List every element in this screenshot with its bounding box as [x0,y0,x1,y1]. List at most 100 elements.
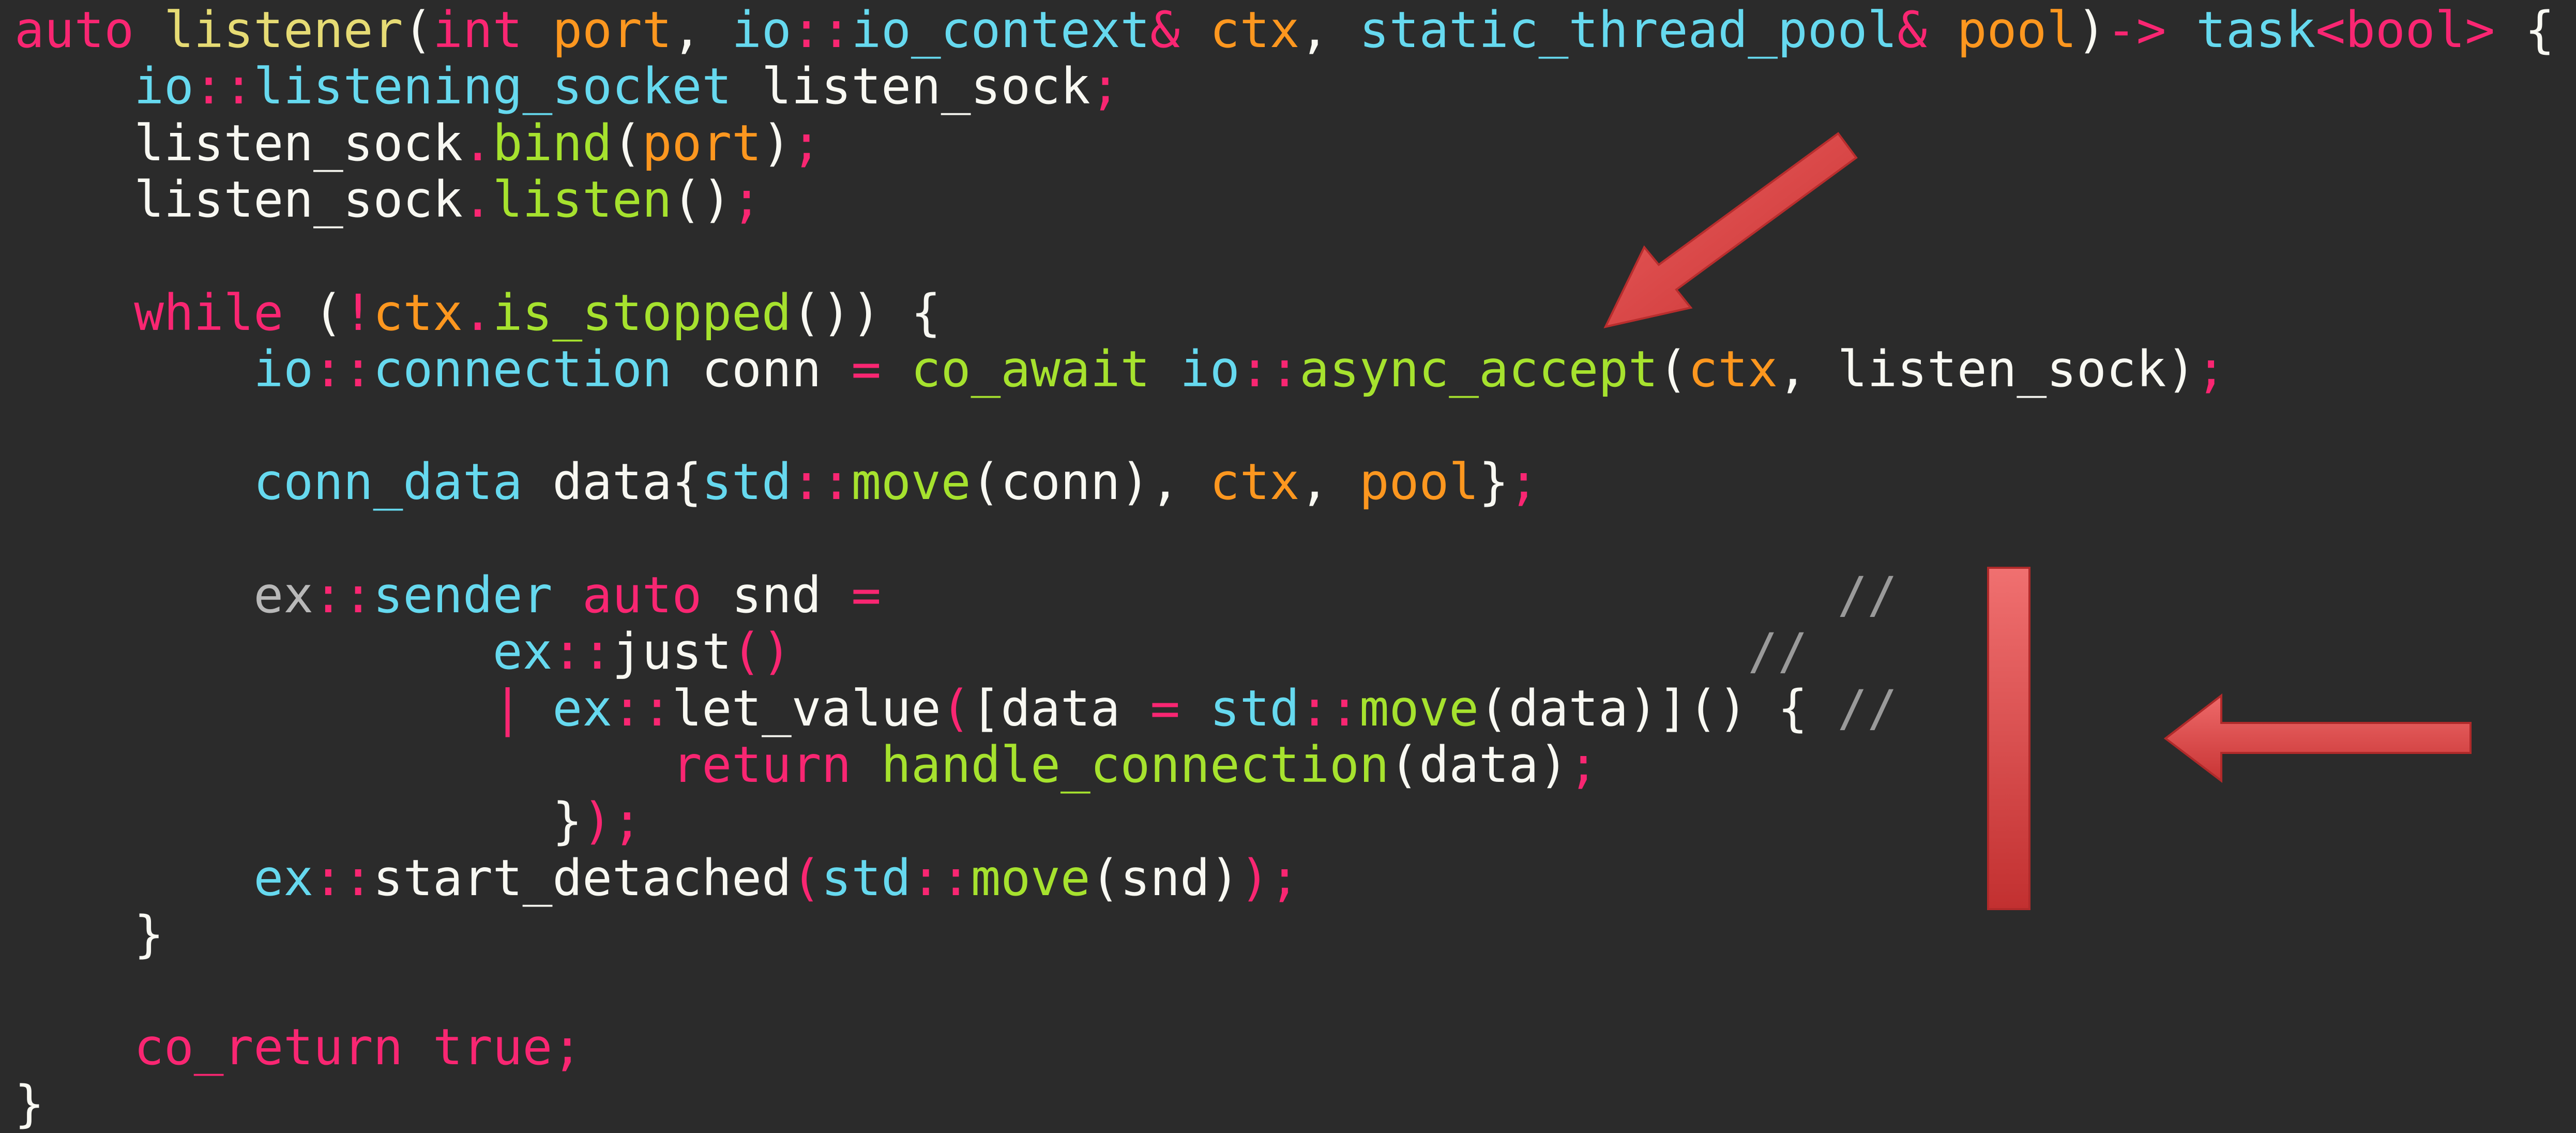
code-token: let_value [672,679,941,737]
code-token: ( [403,1,433,59]
code-token: ; [552,1018,583,1077]
code-token: , [1299,1,1359,59]
code-token: ; [1090,57,1120,116]
code-token: port [552,1,672,59]
code-token: -> [2106,1,2196,59]
code-line: co_return true; [134,1019,582,1076]
code-token: :: [313,566,373,624]
code-token: port [642,114,762,172]
code-token: conn_data [253,453,523,511]
code-token: ex [253,849,313,907]
code-token: :: [193,57,254,116]
code-token: std [702,453,792,511]
code-token: ex [552,679,612,737]
code-token: ); [1239,849,1300,907]
code-line: listen_sock.bind(port); [134,115,821,172]
code-token: listening_socket [253,57,732,116]
code-token: sender [373,566,553,624]
code-token: ctx [373,283,463,342]
code-token: (conn), [971,453,1210,511]
code-token: ctx [1688,340,1778,398]
code-token: ( [791,849,822,907]
code-token: connection [373,340,672,398]
code-token: io_context [851,1,1150,59]
code-token: just [612,623,732,681]
code-token: snd [702,566,852,624]
code-token: // [881,566,1898,624]
code-token: [data [971,679,1150,737]
code-line: ex::just() // [493,623,1808,680]
code-token: ; [791,114,822,172]
code-token: ; [732,170,762,229]
code-token: move [971,849,1090,907]
code-token: task [2196,1,2316,59]
code-token: ctx [1209,1,1300,59]
code-token: , [1299,453,1359,511]
code-token: int [433,1,523,59]
code-token: (data) [1389,735,1569,794]
code-token: io [732,1,792,59]
code-token: listen_sock [134,114,463,172]
code-token: bind [492,114,612,172]
code-token: } [552,792,583,851]
code-token: ); [582,792,642,851]
code-token: () [732,623,792,681]
code-line: } [134,906,164,963]
code-token: ( [941,679,971,737]
code-token: move [1359,679,1479,737]
code-token: = [1150,679,1180,737]
code-line: listen_sock.listen(); [134,171,762,228]
code-token: listen_sock [134,170,463,229]
code-token: ) [761,114,792,172]
code-token: :: [791,1,852,59]
code-token: & [1897,1,1927,59]
code-token: return [672,735,852,794]
code-token: :: [612,679,672,737]
code-token: co_return [134,1018,403,1077]
code-line: | ex::let_value([data = std::move(data)]… [493,680,1897,737]
code-token: :: [911,849,971,907]
code-token: = [851,566,882,624]
code-token: handle_connection [881,735,1389,794]
code-token: co_await [911,340,1150,398]
code-token: ( [283,283,343,342]
code-token: while [134,283,284,342]
code-token: io [1180,340,1240,398]
code-token: ; [2196,340,2226,398]
code-token: <bool> [2315,1,2495,59]
code-token: , [672,1,732,59]
code-token: auto [14,1,134,59]
code-token: listener [163,1,403,59]
code-token: ex [492,623,553,681]
code-token: . [462,283,493,342]
code-token: :: [1239,340,1300,398]
code-token: :: [313,340,373,398]
code-line: io::connection conn = co_await io::async… [253,341,2226,398]
code-token: ; [1508,453,1539,511]
code-token: conn [672,340,852,398]
code-line: io::listening_socket listen_sock; [134,58,1120,115]
code-token: std [1209,679,1300,737]
code-token: pool [1957,1,2077,59]
code-token: (snd) [1090,849,1240,907]
code-token: = [851,340,882,398]
code-line: return handle_connection(data); [672,736,1599,793]
code-token: io [134,57,194,116]
code-token: } [134,905,164,963]
code-token: is_stopped [492,283,792,342]
code-token: ! [343,283,373,342]
code-token: ( [1658,340,1688,398]
code-token: ex [253,566,313,624]
code-token: std [821,849,911,907]
code-token: data{ [522,453,702,511]
code-editor: auto listener(int port, io::io_context& … [0,0,2576,1132]
code-token: (data)]() { [1479,679,1838,737]
code-token: | [492,679,553,737]
